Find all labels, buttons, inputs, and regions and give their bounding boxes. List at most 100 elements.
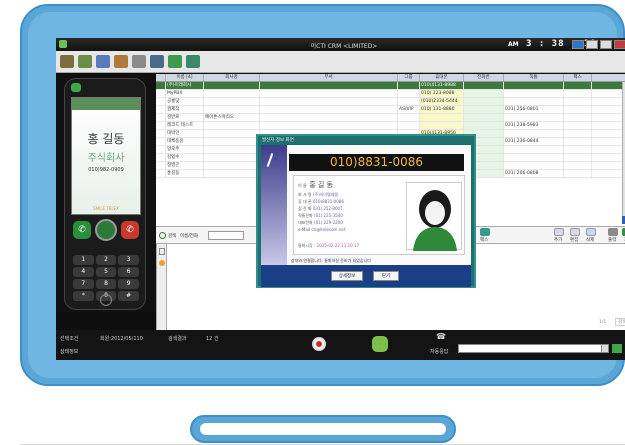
caller-number-display: 010)8831-0086 <box>289 154 464 171</box>
table-cell: 권제작 <box>166 106 204 113</box>
search-input[interactable] <box>208 231 244 240</box>
dial-key[interactable]: 8 <box>95 279 117 289</box>
page-indicator: 1/1 <box>599 320 607 325</box>
table-cell: 031) 236-0844 <box>504 138 564 145</box>
telephone-icon: ☎ <box>436 332 446 341</box>
add-icon[interactable] <box>554 228 564 236</box>
lower-search-button[interactable]: 검색 <box>615 318 625 326</box>
details-button[interactable]: 상세정보 <box>331 271 363 281</box>
table-header: 이름 [4] 회사명 부서 그룹 휴대폰 전화번 직통 팩스 <box>156 74 625 82</box>
column-header[interactable]: 회사명 <box>204 74 260 81</box>
table-cell <box>420 114 464 121</box>
column-header[interactable]: 이름 [4] <box>166 74 204 81</box>
table-cell <box>420 122 464 129</box>
table-cell <box>156 170 166 177</box>
table-cell <box>156 130 166 137</box>
table-cell <box>398 98 420 105</box>
table-cell <box>564 106 592 113</box>
dial-key[interactable]: 5 <box>95 267 117 277</box>
table-cell <box>260 82 398 89</box>
caller-field: 휴 대 폰 010)8831-0086 <box>298 199 344 204</box>
table-cell <box>464 82 504 89</box>
table-cell <box>564 162 592 169</box>
contacts-icon[interactable] <box>96 55 110 68</box>
dial-key[interactable]: 3 <box>118 255 139 265</box>
dial-key[interactable]: # <box>118 291 139 301</box>
column-header[interactable]: 전화번 <box>464 74 504 81</box>
column-header[interactable]: 팩스 <box>564 74 592 81</box>
table-cell: 031) 206-0808 <box>504 170 564 177</box>
group-icon[interactable] <box>78 55 92 68</box>
table-cell <box>204 106 260 113</box>
tools-icon[interactable] <box>186 55 200 68</box>
dial-key[interactable]: 9 <box>118 279 139 289</box>
delete-icon[interactable] <box>586 228 596 236</box>
dial-key[interactable]: * <box>73 291 94 301</box>
status-dropdown[interactable] <box>458 344 608 353</box>
table-row[interactable]: 레코드 테스트 031) 238-5983 <box>156 122 625 130</box>
table-cell <box>564 170 592 177</box>
table-cell <box>464 106 504 113</box>
column-header[interactable]: 직통 <box>504 74 564 81</box>
dialog-button-bar: 상세정보 닫기 <box>261 265 471 287</box>
table-cell <box>398 90 420 97</box>
dial-key[interactable]: 4 <box>73 267 94 277</box>
hold-button[interactable] <box>95 219 117 241</box>
settings-icon[interactable] <box>132 55 146 68</box>
fax-button[interactable]: 팩스 <box>480 237 488 243</box>
dial-key[interactable]: 2 <box>95 255 117 265</box>
document-icon[interactable] <box>150 55 164 68</box>
column-header[interactable]: 부서 <box>260 74 398 81</box>
close-button[interactable] <box>614 40 625 49</box>
call-controls: ✆ ✆ <box>73 219 139 241</box>
note-icon[interactable] <box>159 248 165 255</box>
table-row[interactable]: (주)미래회사 010)4131-8988 <box>156 82 625 90</box>
print-button[interactable]: 출력 <box>608 237 616 243</box>
history-icon[interactable] <box>114 55 128 68</box>
delete-button[interactable]: 삭제 <box>586 237 594 243</box>
caller-field: 집 전 화 031) 252-8007 <box>298 206 343 211</box>
table-cell <box>260 90 398 97</box>
edit-icon[interactable] <box>570 228 580 236</box>
print-icon[interactable] <box>608 228 618 236</box>
table-row[interactable]: 권제작 AS/VIP 010) 131-8880 031) 256-0801 <box>156 106 625 114</box>
table-row[interactable]: MyPBX 010) 223-8088 <box>156 90 625 98</box>
alert-icon[interactable] <box>159 260 165 266</box>
table-cell: MyPBX <box>166 90 204 97</box>
table-cell <box>204 90 260 97</box>
add-button[interactable]: 추가 <box>554 237 562 243</box>
chevron-down-icon[interactable] <box>601 344 609 353</box>
table-cell: 031) 238-5983 <box>504 122 564 129</box>
table-cell <box>504 90 564 97</box>
table-cell <box>156 154 166 161</box>
status-value: 회원:2012/05/110 <box>100 336 143 342</box>
table-cell <box>204 122 260 129</box>
table-cell <box>398 82 420 89</box>
edit-button[interactable]: 편집 <box>570 237 578 243</box>
phone-app-icon[interactable] <box>372 336 388 352</box>
minimize-button[interactable] <box>572 40 584 49</box>
dial-key[interactable]: 6 <box>118 267 139 277</box>
table-row[interactable]: 공룡닷 (010)2334-5444 <box>156 98 625 106</box>
column-header[interactable]: 그룹 <box>398 74 420 81</box>
table-cell: 페이톤스마리오 <box>204 114 260 121</box>
hangup-call-button[interactable]: ✆ <box>121 221 139 239</box>
phone-brand: SMILE TELEX <box>93 206 119 211</box>
users-icon[interactable] <box>60 55 74 68</box>
table-row[interactable]: 김반로 페이톤스마리오 <box>156 114 625 122</box>
table-cell <box>398 114 420 121</box>
home-button[interactable] <box>100 294 112 306</box>
phone-status-icon <box>71 83 81 92</box>
answer-call-button[interactable]: ✆ <box>73 221 91 239</box>
table-cell <box>564 90 592 97</box>
dial-key[interactable]: 1 <box>73 255 94 265</box>
table-cell <box>504 98 564 105</box>
fax-icon[interactable] <box>480 228 490 236</box>
column-header[interactable]: 휴대폰 <box>420 74 464 81</box>
dial-key[interactable]: 7 <box>73 279 94 289</box>
column-header[interactable] <box>156 74 166 81</box>
restore-button[interactable] <box>600 40 612 49</box>
maximize-button[interactable] <box>586 40 598 49</box>
web-icon[interactable] <box>168 55 182 68</box>
close-dialog-button[interactable]: 닫기 <box>373 271 399 281</box>
